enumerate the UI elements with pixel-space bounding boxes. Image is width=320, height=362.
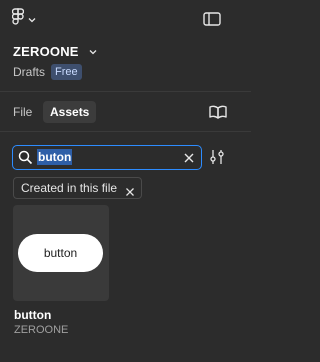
tab-file[interactable]: File — [13, 101, 32, 123]
close-icon[interactable] — [125, 183, 135, 196]
file-name: ZEROONE — [13, 43, 79, 59]
book-library-icon[interactable] — [209, 104, 227, 120]
file-location: Drafts Free — [13, 64, 82, 80]
panel-layout-icon[interactable] — [203, 11, 221, 27]
search-input[interactable]: buton — [12, 145, 202, 170]
file-name-menu[interactable]: ZEROONE — [13, 42, 97, 60]
figma-logo-icon — [11, 7, 25, 31]
asset-source: ZEROONE — [14, 324, 69, 336]
location-label[interactable]: Drafts — [13, 65, 45, 79]
search-icon — [18, 150, 33, 165]
filter-chip-label: Created in this file — [21, 181, 118, 195]
tab-assets[interactable]: Assets — [43, 101, 97, 123]
chevron-down-icon — [28, 10, 36, 28]
plan-badge: Free — [51, 64, 82, 80]
filter-settings-icon[interactable] — [209, 149, 225, 165]
assets-panel: ZEROONE Drafts Free File Assets buton Cr… — [0, 0, 251, 362]
chevron-down-icon — [89, 42, 97, 60]
clear-icon[interactable] — [183, 151, 195, 163]
top-bar — [0, 0, 251, 38]
search-value[interactable]: buton — [37, 149, 73, 165]
asset-preview: button — [18, 234, 103, 272]
filter-chip: Created in this file — [13, 177, 143, 199]
main-menu-button[interactable] — [11, 7, 36, 31]
divider — [0, 131, 251, 132]
asset-thumbnail[interactable]: button — [13, 205, 109, 301]
divider — [0, 91, 251, 92]
asset-name: button — [14, 308, 52, 322]
